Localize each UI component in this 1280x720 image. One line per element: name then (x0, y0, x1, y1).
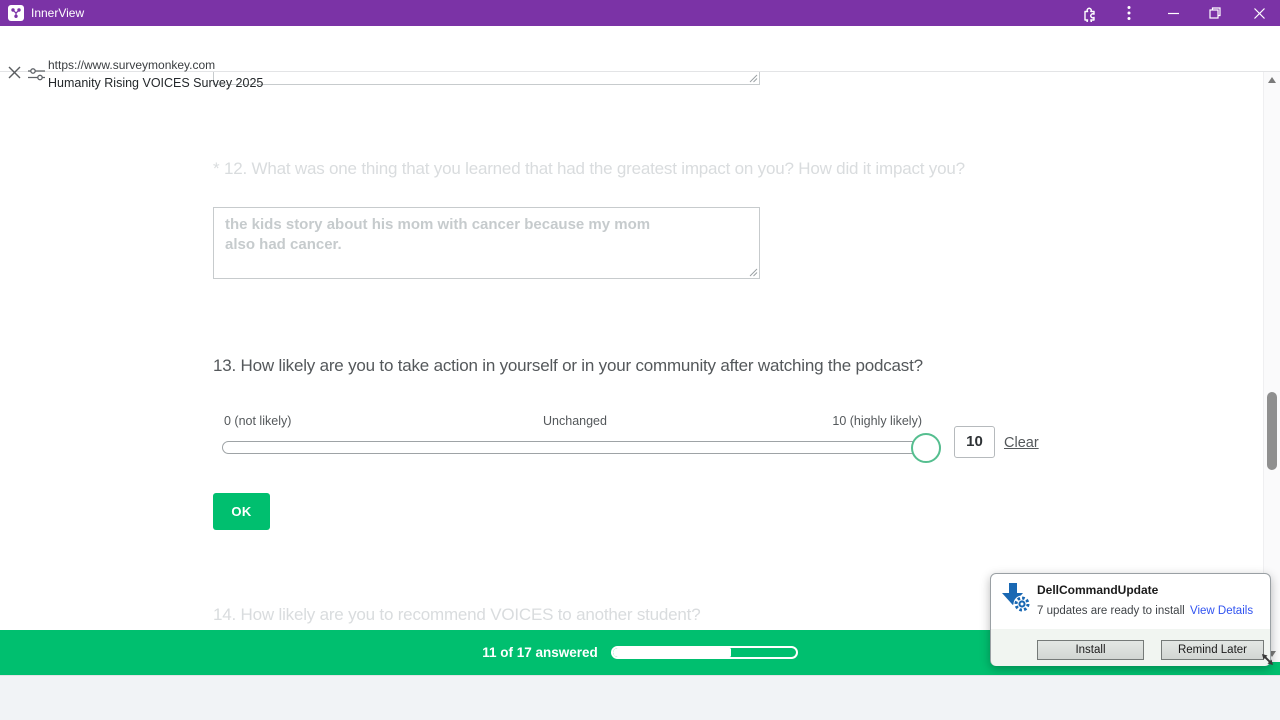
taskbar: Search (0, 675, 1280, 720)
extensions-puzzle-icon[interactable] (1072, 0, 1106, 26)
restore-button[interactable] (1198, 0, 1232, 26)
minimize-button[interactable] (1156, 0, 1190, 26)
progress-text: 11 of 17 answered (482, 645, 598, 660)
slider-max-label: 10 (highly likely) (832, 414, 922, 428)
q12-textarea[interactable]: the kids story about his mom with cancer… (213, 207, 760, 279)
slider-min-label: 0 (not likely) (224, 414, 292, 428)
window-title: InnerView (31, 6, 85, 20)
notification-title: DellCommandUpdate (1037, 583, 1159, 597)
screen: InnerView https://www.surveymonkey.com H… (0, 0, 1280, 720)
slider-track[interactable] (222, 441, 941, 454)
close-page-icon[interactable] (8, 66, 21, 81)
menu-dots-icon[interactable] (1112, 0, 1146, 26)
question-14-label: 14. How likely are you to recommend VOIC… (213, 605, 701, 624)
ok-button[interactable]: OK (213, 493, 270, 530)
view-details-link[interactable]: View Details (1190, 605, 1253, 617)
mouse-cursor (1261, 653, 1276, 673)
scrollbar-thumb[interactable] (1267, 392, 1277, 470)
remind-later-button[interactable]: Remind Later (1161, 640, 1264, 660)
q11-textarea-partial[interactable] (213, 72, 760, 85)
tune-sliders-icon[interactable] (28, 67, 45, 86)
resize-handle-icon[interactable] (749, 268, 758, 277)
page-url: https://www.surveymonkey.com (48, 58, 216, 72)
install-button[interactable]: Install (1037, 640, 1144, 660)
resize-handle-icon[interactable] (749, 74, 758, 83)
question-13-label: 13. How likely are you to take action in… (213, 356, 923, 375)
progress-bar (610, 646, 798, 659)
question-12-label: * 12. What was one thing that you learne… (213, 159, 965, 178)
slider-value-input[interactable]: 10 (954, 426, 995, 458)
clear-link[interactable]: Clear (1004, 435, 1039, 451)
dell-update-icon (999, 581, 1031, 618)
browser-header: https://www.surveymonkey.com Humanity Ri… (0, 26, 1280, 90)
innerview-app-icon (8, 5, 24, 21)
slider-mid-label: Unchanged (543, 414, 607, 428)
notification-message: 7 updates are ready to install (1037, 605, 1185, 617)
progress-bar-fill (612, 648, 732, 657)
q12-answer-text: the kids story about his mom with cancer… (225, 216, 651, 253)
slider-handle[interactable] (911, 433, 941, 463)
scrollbar-up-arrow-icon[interactable] (1268, 77, 1276, 83)
titlebar: InnerView (0, 0, 1280, 26)
page-title: Humanity Rising VOICES Survey 2025 (48, 76, 264, 90)
close-window-button[interactable] (1242, 0, 1276, 26)
molecule-icon (11, 8, 21, 18)
dell-update-notification: DellCommandUpdate 7 updates are ready to… (990, 573, 1271, 666)
